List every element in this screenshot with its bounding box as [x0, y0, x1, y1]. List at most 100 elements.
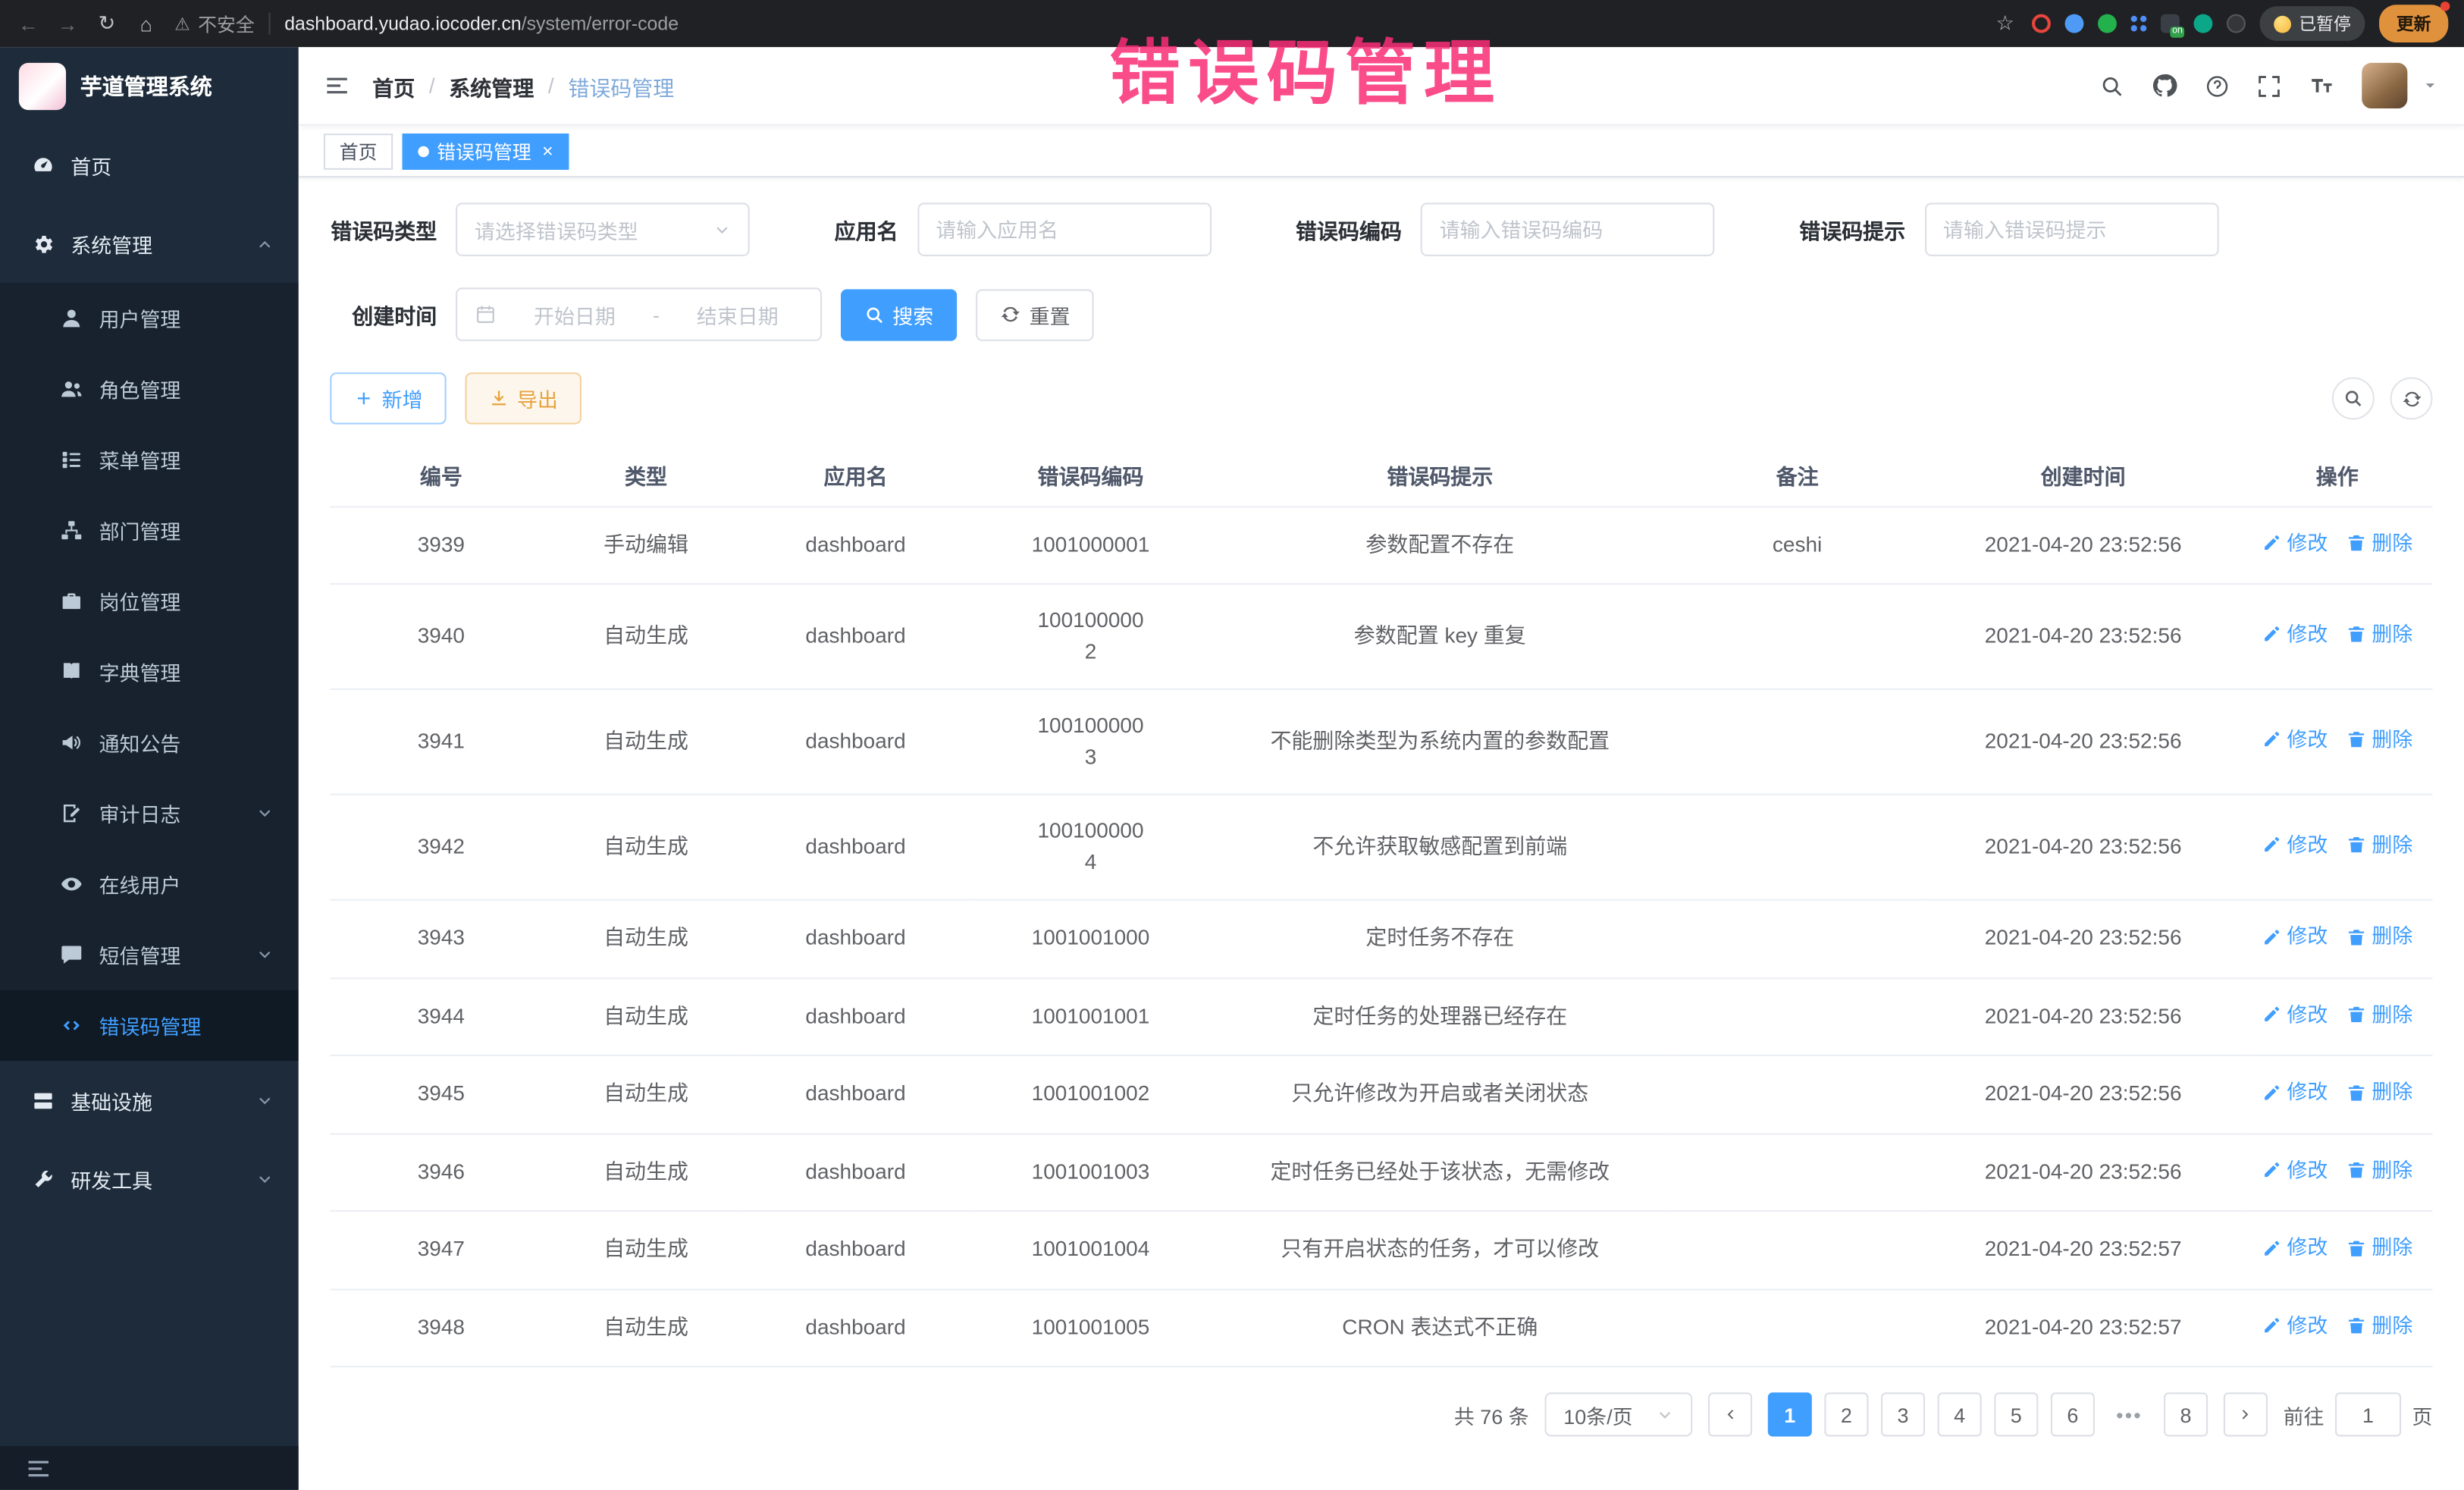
- page-button[interactable]: 8: [2164, 1392, 2208, 1436]
- error-type-select[interactable]: 请选择错误码类型: [456, 202, 750, 256]
- row-type: 自动生成: [552, 584, 739, 689]
- help-icon[interactable]: [2205, 73, 2230, 98]
- sidebar-item[interactable]: 角色管理: [0, 353, 299, 424]
- more-pages-button[interactable]: •••: [2107, 1392, 2151, 1436]
- edit-link[interactable]: 修改: [2262, 724, 2328, 755]
- sidebar-item[interactable]: 首页: [0, 126, 299, 205]
- page-button[interactable]: 6: [2051, 1392, 2095, 1436]
- sidebar-item[interactable]: 研发工具: [0, 1140, 299, 1219]
- extension-icon-dark[interactable]: on: [2161, 14, 2180, 33]
- end-date-placeholder: 结束日期: [672, 300, 803, 329]
- refresh-table-button[interactable]: [2390, 377, 2433, 419]
- delete-link[interactable]: 删除: [2346, 1154, 2412, 1185]
- export-button[interactable]: 导出: [466, 372, 582, 424]
- extension-icon-blue[interactable]: [2065, 14, 2084, 33]
- goto-prefix: 前往: [2284, 1400, 2324, 1429]
- sidebar-item[interactable]: 字典管理: [0, 636, 299, 707]
- sidebar-item[interactable]: 系统管理: [0, 204, 299, 283]
- edit-link[interactable]: 修改: [2262, 999, 2328, 1030]
- edit-link[interactable]: 修改: [2262, 1310, 2328, 1341]
- edit-link-label: 修改: [2287, 830, 2328, 861]
- book-icon: [60, 660, 83, 684]
- sidebar-item[interactable]: 基础设施: [0, 1061, 299, 1140]
- edit-link[interactable]: 修改: [2262, 1232, 2328, 1263]
- forward-icon[interactable]: →: [55, 12, 80, 36]
- app-name-input[interactable]: [936, 218, 1192, 241]
- fullscreen-icon[interactable]: [2256, 73, 2281, 98]
- reset-button[interactable]: 重置: [976, 288, 1093, 340]
- view-tab[interactable]: 错误码管理×: [403, 133, 569, 169]
- sidebar-item[interactable]: 通知公告: [0, 707, 299, 778]
- breadcrumb-item[interactable]: 系统管理: [449, 70, 534, 101]
- search-icon[interactable]: [2099, 73, 2124, 98]
- extension-icon-green[interactable]: [2098, 14, 2117, 33]
- sidebar-item[interactable]: 审计日志: [0, 778, 299, 849]
- delete-link[interactable]: 删除: [2346, 527, 2412, 558]
- page-button[interactable]: 5: [1994, 1392, 2038, 1436]
- goto-page-input[interactable]: [2335, 1392, 2401, 1436]
- sidebar-collapse-button[interactable]: [0, 1446, 299, 1490]
- extension-icon-dots-grid[interactable]: [2131, 16, 2137, 22]
- delete-link[interactable]: 删除: [2346, 1077, 2412, 1108]
- github-icon[interactable]: [2152, 72, 2178, 99]
- view-tab[interactable]: 首页: [324, 133, 393, 169]
- sidebar-toggle-button[interactable]: [324, 72, 350, 99]
- date-separator: -: [653, 303, 660, 326]
- paused-badge[interactable]: 已暂停: [2260, 6, 2365, 41]
- user-menu-caret-icon[interactable]: [2422, 77, 2439, 95]
- sidebar-item[interactable]: 短信管理: [0, 920, 299, 990]
- error-message-input[interactable]: [1943, 218, 2199, 241]
- security-chip[interactable]: ⚠ 不安全: [173, 10, 255, 36]
- add-button[interactable]: 新增: [330, 372, 446, 424]
- extension-icon-red-ring[interactable]: [2032, 14, 2051, 33]
- delete-link[interactable]: 删除: [2346, 619, 2412, 650]
- edit-link[interactable]: 修改: [2262, 619, 2328, 650]
- prev-page-button[interactable]: [1708, 1392, 1752, 1436]
- delete-link[interactable]: 删除: [2346, 724, 2412, 755]
- breadcrumb-item[interactable]: 首页: [372, 70, 415, 101]
- delete-link[interactable]: 删除: [2346, 1232, 2412, 1263]
- search-button[interactable]: 搜索: [841, 288, 957, 340]
- on-badge: on: [2171, 27, 2184, 38]
- sidebar-item[interactable]: 部门管理: [0, 495, 299, 566]
- edit-link[interactable]: 修改: [2262, 830, 2328, 861]
- sidebar-item[interactable]: 错误码管理: [0, 990, 299, 1061]
- page-button[interactable]: 2: [1824, 1392, 1868, 1436]
- delete-link[interactable]: 删除: [2346, 999, 2412, 1030]
- page-button[interactable]: 1: [1768, 1392, 1812, 1436]
- next-page-button[interactable]: [2224, 1392, 2268, 1436]
- row-id: 3947: [330, 1211, 552, 1289]
- update-button[interactable]: 更新: [2379, 5, 2448, 42]
- page-button[interactable]: 4: [1938, 1392, 1982, 1436]
- delete-link[interactable]: 删除: [2346, 921, 2412, 952]
- table-row: 3947自动生成dashboard1001001004只有开启状态的任务，才可以…: [330, 1211, 2432, 1289]
- page-size-select[interactable]: 10条/页: [1544, 1392, 1692, 1436]
- row-remark: [1670, 1211, 1924, 1289]
- delete-link[interactable]: 删除: [2346, 830, 2412, 861]
- edit-link[interactable]: 修改: [2262, 1154, 2328, 1185]
- user-avatar[interactable]: [2362, 63, 2407, 108]
- sidebar-item[interactable]: 用户管理: [0, 283, 299, 353]
- error-code-input[interactable]: [1440, 218, 1696, 241]
- sidebar-item[interactable]: 岗位管理: [0, 566, 299, 636]
- date-range-picker[interactable]: 开始日期 - 结束日期: [456, 287, 822, 340]
- page-button[interactable]: 3: [1881, 1392, 1925, 1436]
- bookmark-star-icon[interactable]: ☆: [1992, 11, 2017, 36]
- sidebar-item[interactable]: 在线用户: [0, 849, 299, 919]
- url-bar[interactable]: dashboard.yudao.iocoder.cn/system/error-…: [284, 13, 679, 35]
- extension-icon-teal[interactable]: [2193, 14, 2212, 33]
- extension-icon-paw[interactable]: [2227, 14, 2246, 33]
- breadcrumb-item[interactable]: 错误码管理: [568, 70, 674, 101]
- sidebar-item[interactable]: 菜单管理: [0, 425, 299, 495]
- back-icon[interactable]: ←: [16, 12, 41, 36]
- close-tab-icon[interactable]: ×: [542, 140, 553, 162]
- browser-home-icon[interactable]: ⌂: [133, 12, 158, 36]
- edit-link[interactable]: 修改: [2262, 527, 2328, 558]
- delete-link[interactable]: 删除: [2346, 1310, 2412, 1341]
- toggle-search-button[interactable]: [2332, 377, 2375, 419]
- row-app-name: dashboard: [740, 584, 972, 689]
- reload-icon[interactable]: ↻: [94, 11, 119, 36]
- edit-link[interactable]: 修改: [2262, 1077, 2328, 1108]
- edit-link[interactable]: 修改: [2262, 921, 2328, 952]
- font-size-icon[interactable]: [2309, 72, 2335, 99]
